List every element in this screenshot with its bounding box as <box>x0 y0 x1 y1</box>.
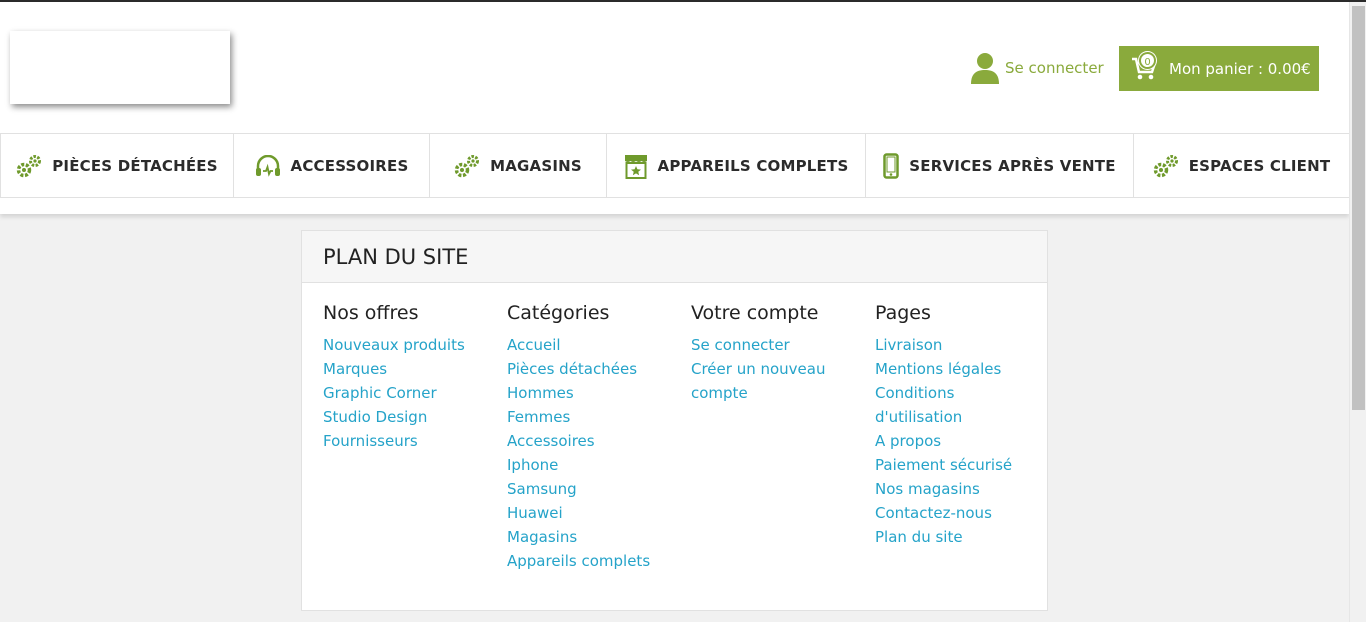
vertical-scrollbar[interactable] <box>1349 2 1366 622</box>
store-icon <box>624 154 647 179</box>
nav-label: ACCESSOIRES <box>290 156 409 175</box>
site-header: Se connecter 0 Mon panier : 0.00€ PIÈCES… <box>0 2 1349 214</box>
sitemap-column-pages: Pages Livraison Mentions légales Conditi… <box>875 299 1059 573</box>
sitemap-link[interactable]: Plan du site <box>875 525 1059 549</box>
login-link[interactable]: Se connecter <box>971 52 1104 84</box>
sitemap-link[interactable]: Créer un nouveau <box>691 357 875 381</box>
sitemap-link[interactable]: Nouveaux produits <box>323 333 507 357</box>
column-heading: Catégories <box>507 302 610 324</box>
login-label: Se connecter <box>1005 59 1104 77</box>
sitemap-link[interactable]: Mentions légales <box>875 357 1059 381</box>
sitemap-column-compte: Votre compte Se connecter Créer un nouve… <box>691 299 875 573</box>
sitemap-panel: PLAN DU SITE Nos offres Nouveaux produit… <box>301 230 1048 611</box>
sitemap-link[interactable]: Accueil <box>507 333 691 357</box>
sitemap-link[interactable]: Graphic Corner <box>323 381 507 405</box>
nav-label: ESPACES CLIENT <box>1188 156 1331 175</box>
page-title: PLAN DU SITE <box>302 231 1047 283</box>
sitemap-link[interactable]: Huawei <box>507 501 691 525</box>
column-heading: Votre compte <box>691 302 819 324</box>
cart-icon-wrap: 0 <box>1119 46 1169 91</box>
gears-icon <box>1153 154 1178 177</box>
nav-pieces-detachees[interactable]: PIÈCES DÉTACHÉES <box>0 134 234 197</box>
sitemap-link[interactable]: compte <box>691 381 875 405</box>
headphones-icon <box>255 154 280 177</box>
sitemap-link[interactable]: A propos <box>875 429 1059 453</box>
sitemap-link[interactable]: Magasins <box>507 525 691 549</box>
sitemap-link[interactable]: Fournisseurs <box>323 429 507 453</box>
nav-label: SERVICES APRÈS VENTE <box>909 156 1116 175</box>
nav-services-apres-vente[interactable]: SERVICES APRÈS VENTE <box>866 134 1134 197</box>
sitemap-columns: Nos offres Nouveaux produits Marques Gra… <box>323 299 1059 573</box>
sitemap-link[interactable]: Pièces détachées <box>507 357 691 381</box>
cart-label: Mon panier : 0.00€ <box>1169 59 1311 78</box>
sitemap-link[interactable]: Contactez-nous <box>875 501 1059 525</box>
main-nav: PIÈCES DÉTACHÉES ACCESSOIRES MAGASINS AP… <box>0 133 1349 198</box>
sitemap-link[interactable]: Nos magasins <box>875 477 1059 501</box>
scrollbar-thumb[interactable] <box>1352 6 1365 410</box>
nav-accessoires[interactable]: ACCESSOIRES <box>234 134 430 197</box>
gears-icon <box>454 154 480 177</box>
sitemap-link[interactable]: Livraison <box>875 333 1059 357</box>
sitemap-link[interactable]: Appareils complets <box>507 549 691 573</box>
gears-icon <box>16 154 42 177</box>
sitemap-link[interactable]: Marques <box>323 357 507 381</box>
nav-magasins[interactable]: MAGASINS <box>430 134 607 197</box>
sitemap-link[interactable]: Paiement sécurisé <box>875 453 1059 477</box>
sitemap-link[interactable]: Conditions <box>875 381 1059 405</box>
smartphone-icon <box>883 152 900 179</box>
sitemap-link[interactable]: Accessoires <box>507 429 691 453</box>
column-heading: Nos offres <box>323 302 419 324</box>
sitemap-link[interactable]: Femmes <box>507 405 691 429</box>
user-icon <box>971 53 999 84</box>
nav-appareils-complets[interactable]: APPAREILS COMPLETS <box>607 134 866 197</box>
nav-label: PIÈCES DÉTACHÉES <box>52 156 218 175</box>
sitemap-column-offres: Nos offres Nouveaux produits Marques Gra… <box>323 299 507 573</box>
page: Se connecter 0 Mon panier : 0.00€ PIÈCES… <box>0 2 1349 622</box>
column-heading: Pages <box>875 302 931 324</box>
sitemap-link[interactable]: Hommes <box>507 381 691 405</box>
nav-label: APPAREILS COMPLETS <box>657 156 849 175</box>
sitemap-link[interactable]: Samsung <box>507 477 691 501</box>
sitemap-link[interactable]: Studio Design <box>323 405 507 429</box>
cart-button[interactable]: 0 Mon panier : 0.00€ <box>1119 46 1319 91</box>
sitemap-column-categories: Catégories Accueil Pièces détachées Homm… <box>507 299 691 573</box>
nav-label: MAGASINS <box>490 156 582 175</box>
site-logo[interactable] <box>10 31 230 104</box>
cart-count-badge: 0 <box>1139 52 1156 69</box>
sitemap-link[interactable]: Iphone <box>507 453 691 477</box>
sitemap-link[interactable]: Se connecter <box>691 333 875 357</box>
sitemap-link[interactable]: d'utilisation <box>875 405 1059 429</box>
nav-espaces-client[interactable]: ESPACES CLIENT <box>1134 134 1349 197</box>
